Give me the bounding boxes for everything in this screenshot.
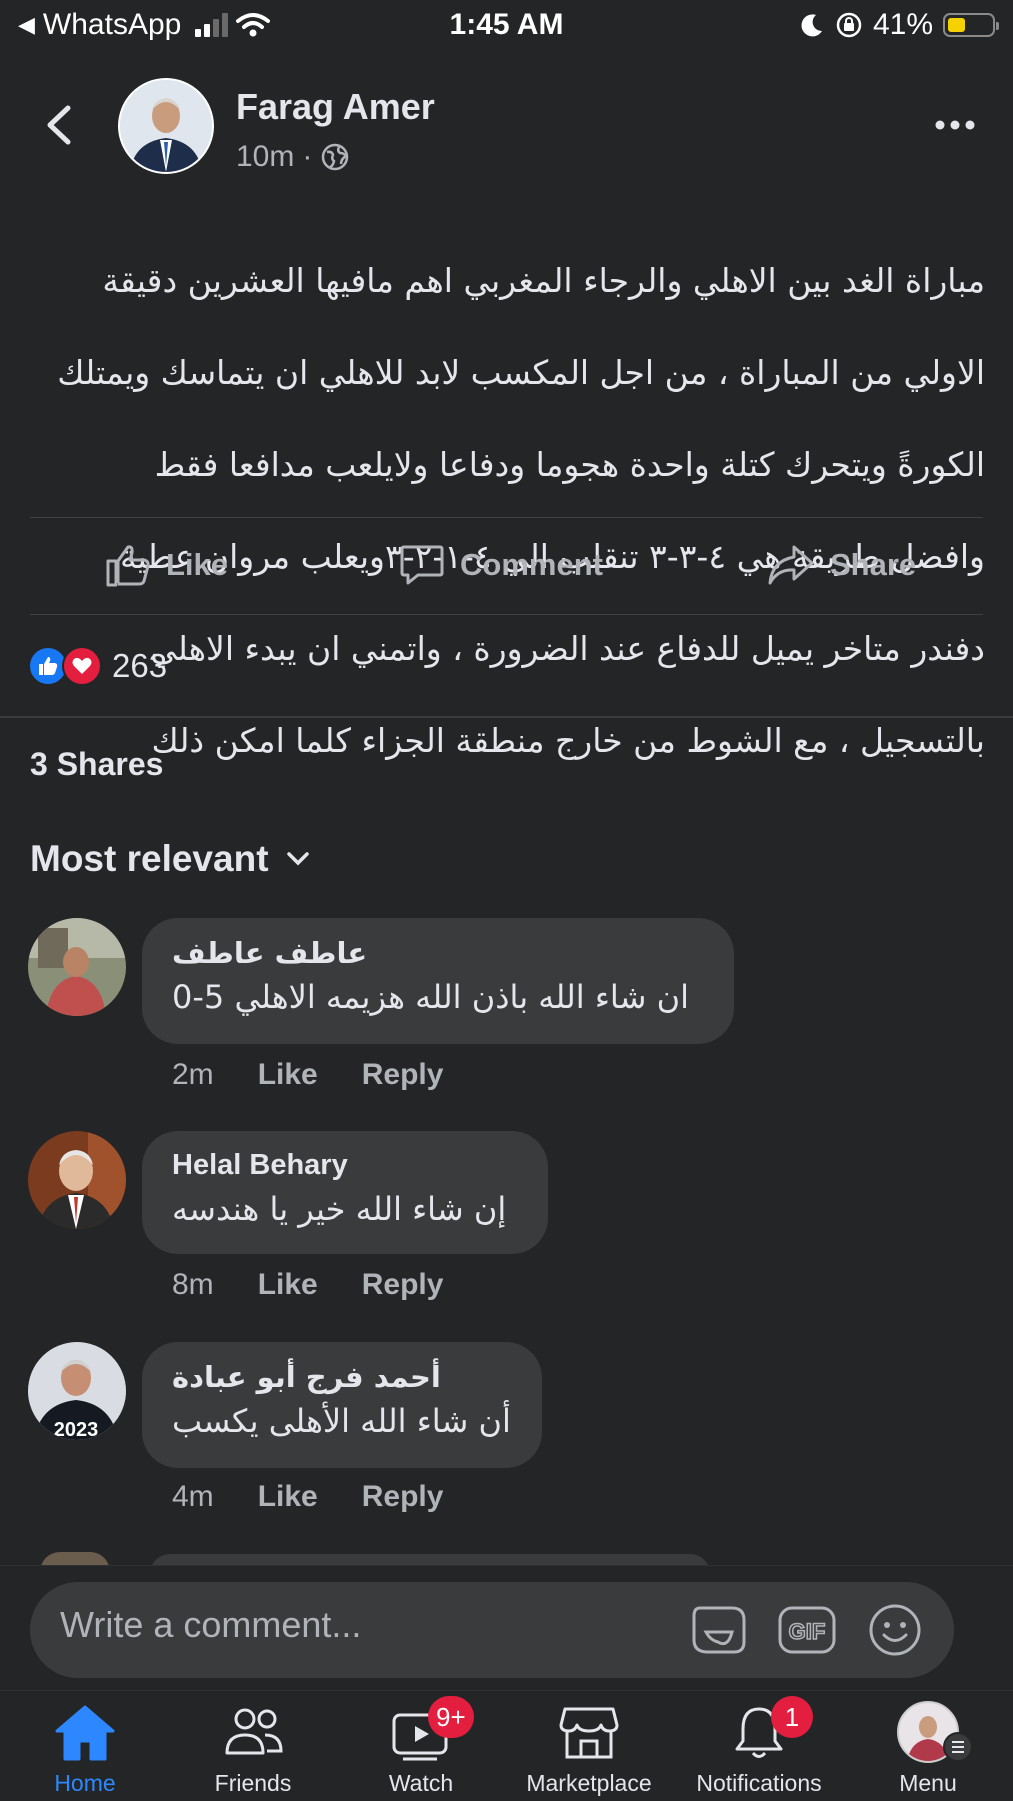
meta-separator: · [302, 140, 313, 173]
comment-text: أن شاء الله الأهلى يكسب [172, 1402, 511, 1440]
reaction-count: 263 [112, 647, 168, 684]
nav-friends[interactable]: Friends [168, 1700, 338, 1797]
author-avatar[interactable] [118, 78, 214, 174]
status-right: 41% [799, 8, 999, 42]
post-line: دفندر متاخر يميل للدفاع عند الضرورة ، وا… [150, 629, 985, 668]
friends-icon [225, 1708, 283, 1755]
comment-actions: 2m Like Reply [172, 1058, 443, 1092]
comment-text: ان شاء الله باذن الله هزيمه الاهلي 5-0 [172, 978, 690, 1016]
emoji-icon[interactable] [864, 1602, 926, 1658]
moon-icon [801, 14, 822, 37]
thumbs-up-icon [106, 545, 150, 587]
comment-button[interactable]: Comment [398, 540, 603, 590]
globe-icon [322, 143, 349, 171]
comment-author[interactable]: عاطف عاطف [172, 936, 704, 970]
rotation-lock-icon [836, 12, 862, 38]
post-meta: 10m · [236, 140, 350, 174]
battery-percent: 41% [872, 8, 933, 41]
more-options-icon[interactable] [930, 110, 980, 140]
divider [30, 614, 983, 615]
comment-like-button[interactable]: Like [258, 1268, 318, 1302]
section-divider [0, 716, 1013, 718]
comment-like-button[interactable]: Like [258, 1058, 318, 1092]
menu-hamburger-icon [943, 1732, 973, 1762]
post-body: مباراة الغد بين الاهلي والرجاء المغربي ا… [30, 212, 985, 810]
status-bar: ◀ WhatsApp 1:45 AM 41% [0, 0, 1013, 52]
commenter-avatar[interactable] [28, 1131, 126, 1229]
chevron-down-icon [286, 852, 309, 866]
comment-sort-dropdown[interactable]: Most relevant [30, 838, 311, 880]
gif-icon[interactable]: GIF [776, 1602, 838, 1658]
home-icon [55, 1705, 115, 1761]
comment-reply-button[interactable]: Reply [362, 1058, 444, 1092]
like-button[interactable]: Like [104, 540, 228, 590]
reactions-summary[interactable]: 263 [28, 646, 167, 686]
commenter-avatar[interactable]: 2023 [28, 1342, 126, 1440]
like-label: Like [166, 547, 229, 582]
nav-watch[interactable]: 9+ Watch [336, 1696, 506, 1797]
comment-time: 8m [172, 1268, 214, 1301]
post-line: مباراة الغد بين الاهلي والرجاء المغربي ا… [102, 261, 985, 300]
avatar-year-text: 2023 [54, 1419, 99, 1440]
comment-bubble[interactable]: Helal Behary إن شاء الله خير يا هندسه [142, 1131, 548, 1254]
nav-home-label: Home [54, 1770, 116, 1796]
commenter-avatar[interactable] [28, 918, 126, 1016]
nav-notifications-label: Notifications [696, 1770, 822, 1796]
comment-reply-button[interactable]: Reply [362, 1480, 444, 1514]
comment-author[interactable]: Helal Behary [172, 1149, 518, 1182]
nav-marketplace-label: Marketplace [526, 1770, 652, 1796]
nav-home[interactable]: Home [0, 1700, 170, 1797]
nav-friends-label: Friends [214, 1770, 292, 1796]
nav-marketplace[interactable]: Marketplace [504, 1700, 674, 1797]
shares-count[interactable]: 3 Shares [30, 746, 163, 783]
nav-menu[interactable]: Menu [843, 1700, 1013, 1797]
share-button[interactable]: Share [766, 540, 916, 590]
comment-bubble[interactable]: عاطف عاطف ان شاء الله باذن الله هزيمه ال… [142, 918, 734, 1044]
comment-text: إن شاء الله خير يا هندسه [172, 1190, 507, 1228]
comment-time: 2m [172, 1058, 214, 1091]
post-line: الكورةً ويتحرك كتلة واحدة هجوما ودفاعا و… [154, 445, 985, 484]
sticker-icon[interactable] [688, 1602, 750, 1658]
comment-bubble-icon [400, 545, 444, 585]
svg-text:GIF: GIF [789, 1619, 826, 1644]
comment-actions: 8m Like Reply [172, 1268, 443, 1302]
share-label: Share [830, 547, 917, 582]
nav-menu-label: Menu [899, 1770, 957, 1796]
post-line: بالتسجيل ، مع الشوط من خارج منطقة الجزاء… [151, 721, 985, 760]
love-reaction-icon [62, 646, 102, 686]
divider [30, 517, 983, 518]
comment-author[interactable]: أحمد فرج أبو عبادة [172, 1360, 512, 1394]
author-name[interactable]: Farag Amer [236, 86, 435, 128]
comment-time: 4m [172, 1480, 214, 1513]
notifications-badge: 1 [771, 1696, 813, 1738]
nav-watch-label: Watch [388, 1770, 454, 1796]
comment-reply-button[interactable]: Reply [362, 1268, 444, 1302]
marketplace-icon [559, 1707, 619, 1759]
watch-badge: 9+ [428, 1696, 474, 1738]
comment-placeholder[interactable]: Write a comment... [60, 1604, 620, 1646]
sort-label: Most relevant [30, 838, 269, 879]
battery-icon [943, 13, 999, 37]
comment-actions: 4m Like Reply [172, 1480, 443, 1514]
back-arrow-icon[interactable] [40, 100, 80, 150]
comment-like-button[interactable]: Like [258, 1480, 318, 1514]
post-time[interactable]: 10m [236, 140, 294, 174]
post-line: الاولي من المباراة ، من اجل المكسب لابد … [57, 353, 985, 392]
comment-label: Comment [460, 547, 603, 582]
share-arrow-icon [768, 545, 814, 585]
comment-bubble[interactable]: أحمد فرج أبو عبادة أن شاء الله الأهلى يك… [142, 1342, 542, 1468]
nav-notifications[interactable]: 1 Notifications [674, 1696, 844, 1797]
